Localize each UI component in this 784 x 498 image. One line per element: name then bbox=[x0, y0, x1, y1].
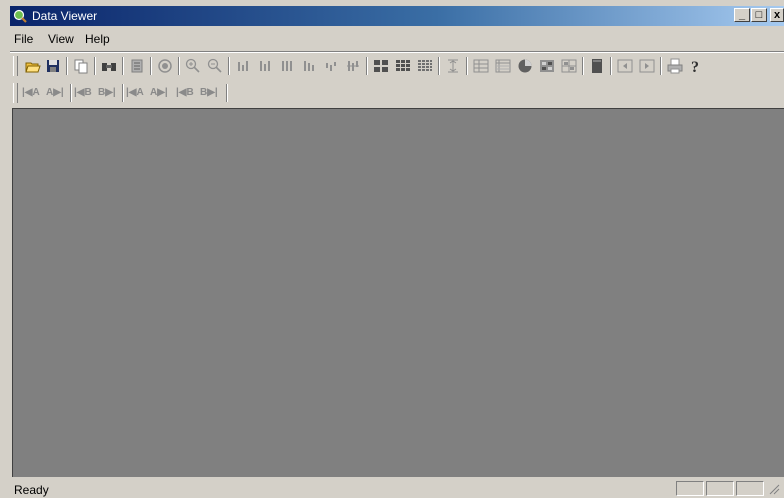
table-icon[interactable] bbox=[472, 57, 490, 75]
toolbar-grip[interactable] bbox=[13, 56, 18, 76]
status-bar: Ready bbox=[10, 478, 784, 498]
nav-toolbar: |◀A A▶| |◀B B▶| |◀A A▶| |◀B B▶| bbox=[10, 80, 784, 106]
title-bar[interactable]: Data Viewer _ □ x bbox=[10, 6, 784, 26]
zoom-out-icon[interactable] bbox=[206, 57, 224, 75]
filter-icon[interactable] bbox=[128, 57, 146, 75]
main-toolbar: ? bbox=[10, 53, 784, 79]
grid-3x3-icon[interactable] bbox=[394, 57, 412, 75]
save-icon[interactable] bbox=[44, 57, 62, 75]
status-pane-2 bbox=[706, 481, 734, 496]
fit-vertical-icon[interactable] bbox=[444, 57, 462, 75]
menu-view[interactable]: View bbox=[48, 32, 74, 46]
nav-toolbar-grip[interactable] bbox=[13, 83, 18, 103]
forward-icon[interactable] bbox=[638, 57, 656, 75]
bars-icon-1[interactable] bbox=[234, 57, 252, 75]
pie-icon[interactable] bbox=[516, 57, 534, 75]
bars-icon-5[interactable] bbox=[322, 57, 340, 75]
bars-icon-4[interactable] bbox=[300, 57, 318, 75]
copy-icon[interactable] bbox=[72, 57, 90, 75]
zoom-in-icon[interactable] bbox=[184, 57, 202, 75]
target-icon[interactable] bbox=[156, 57, 174, 75]
menu-help[interactable]: Help bbox=[85, 32, 110, 46]
status-text: Ready bbox=[14, 483, 49, 497]
status-pane-1 bbox=[676, 481, 704, 496]
nav-last-b2-button[interactable]: B▶| bbox=[200, 84, 218, 102]
nav-first-b2-button[interactable]: |◀B bbox=[176, 84, 194, 102]
nav-first-a-button[interactable]: |◀A bbox=[22, 84, 40, 102]
nav-last-a-button[interactable]: A▶| bbox=[46, 84, 64, 102]
nav-first-a2-button[interactable]: |◀A bbox=[126, 84, 144, 102]
print-icon[interactable] bbox=[666, 57, 684, 75]
app-window: Data Viewer _ □ x File View Help ? |◀A A… bbox=[0, 0, 784, 498]
nav-first-b-button[interactable]: |◀B bbox=[74, 84, 92, 102]
find-icon[interactable] bbox=[100, 57, 118, 75]
grid-2x2-icon[interactable] bbox=[372, 57, 390, 75]
matrix-icon[interactable] bbox=[560, 57, 578, 75]
palette-icon[interactable] bbox=[538, 57, 556, 75]
bars-icon-2[interactable] bbox=[256, 57, 274, 75]
app-magnifier-icon bbox=[13, 9, 27, 23]
sheet-icon[interactable] bbox=[494, 57, 512, 75]
nav-last-a2-button[interactable]: A▶| bbox=[150, 84, 168, 102]
nav-last-b-button[interactable]: B▶| bbox=[98, 84, 116, 102]
bars-icon-3[interactable] bbox=[278, 57, 296, 75]
grid-4x4-icon[interactable] bbox=[416, 57, 434, 75]
workspace-area[interactable] bbox=[12, 108, 784, 477]
book-icon[interactable] bbox=[588, 57, 606, 75]
help-icon[interactable]: ? bbox=[686, 57, 704, 75]
resize-grip-icon[interactable] bbox=[768, 483, 780, 498]
svg-text:?: ? bbox=[691, 59, 699, 75]
maximize-button[interactable]: □ bbox=[751, 8, 767, 22]
back-icon[interactable] bbox=[616, 57, 634, 75]
close-button[interactable]: x bbox=[770, 8, 784, 22]
status-pane-3 bbox=[736, 481, 764, 496]
open-folder-icon[interactable] bbox=[24, 57, 42, 75]
menu-bar: File View Help bbox=[10, 28, 784, 50]
window-title: Data Viewer bbox=[32, 9, 98, 23]
bars-icon-6[interactable] bbox=[344, 57, 362, 75]
minimize-button[interactable]: _ bbox=[734, 8, 750, 22]
menu-file[interactable]: File bbox=[14, 32, 33, 46]
